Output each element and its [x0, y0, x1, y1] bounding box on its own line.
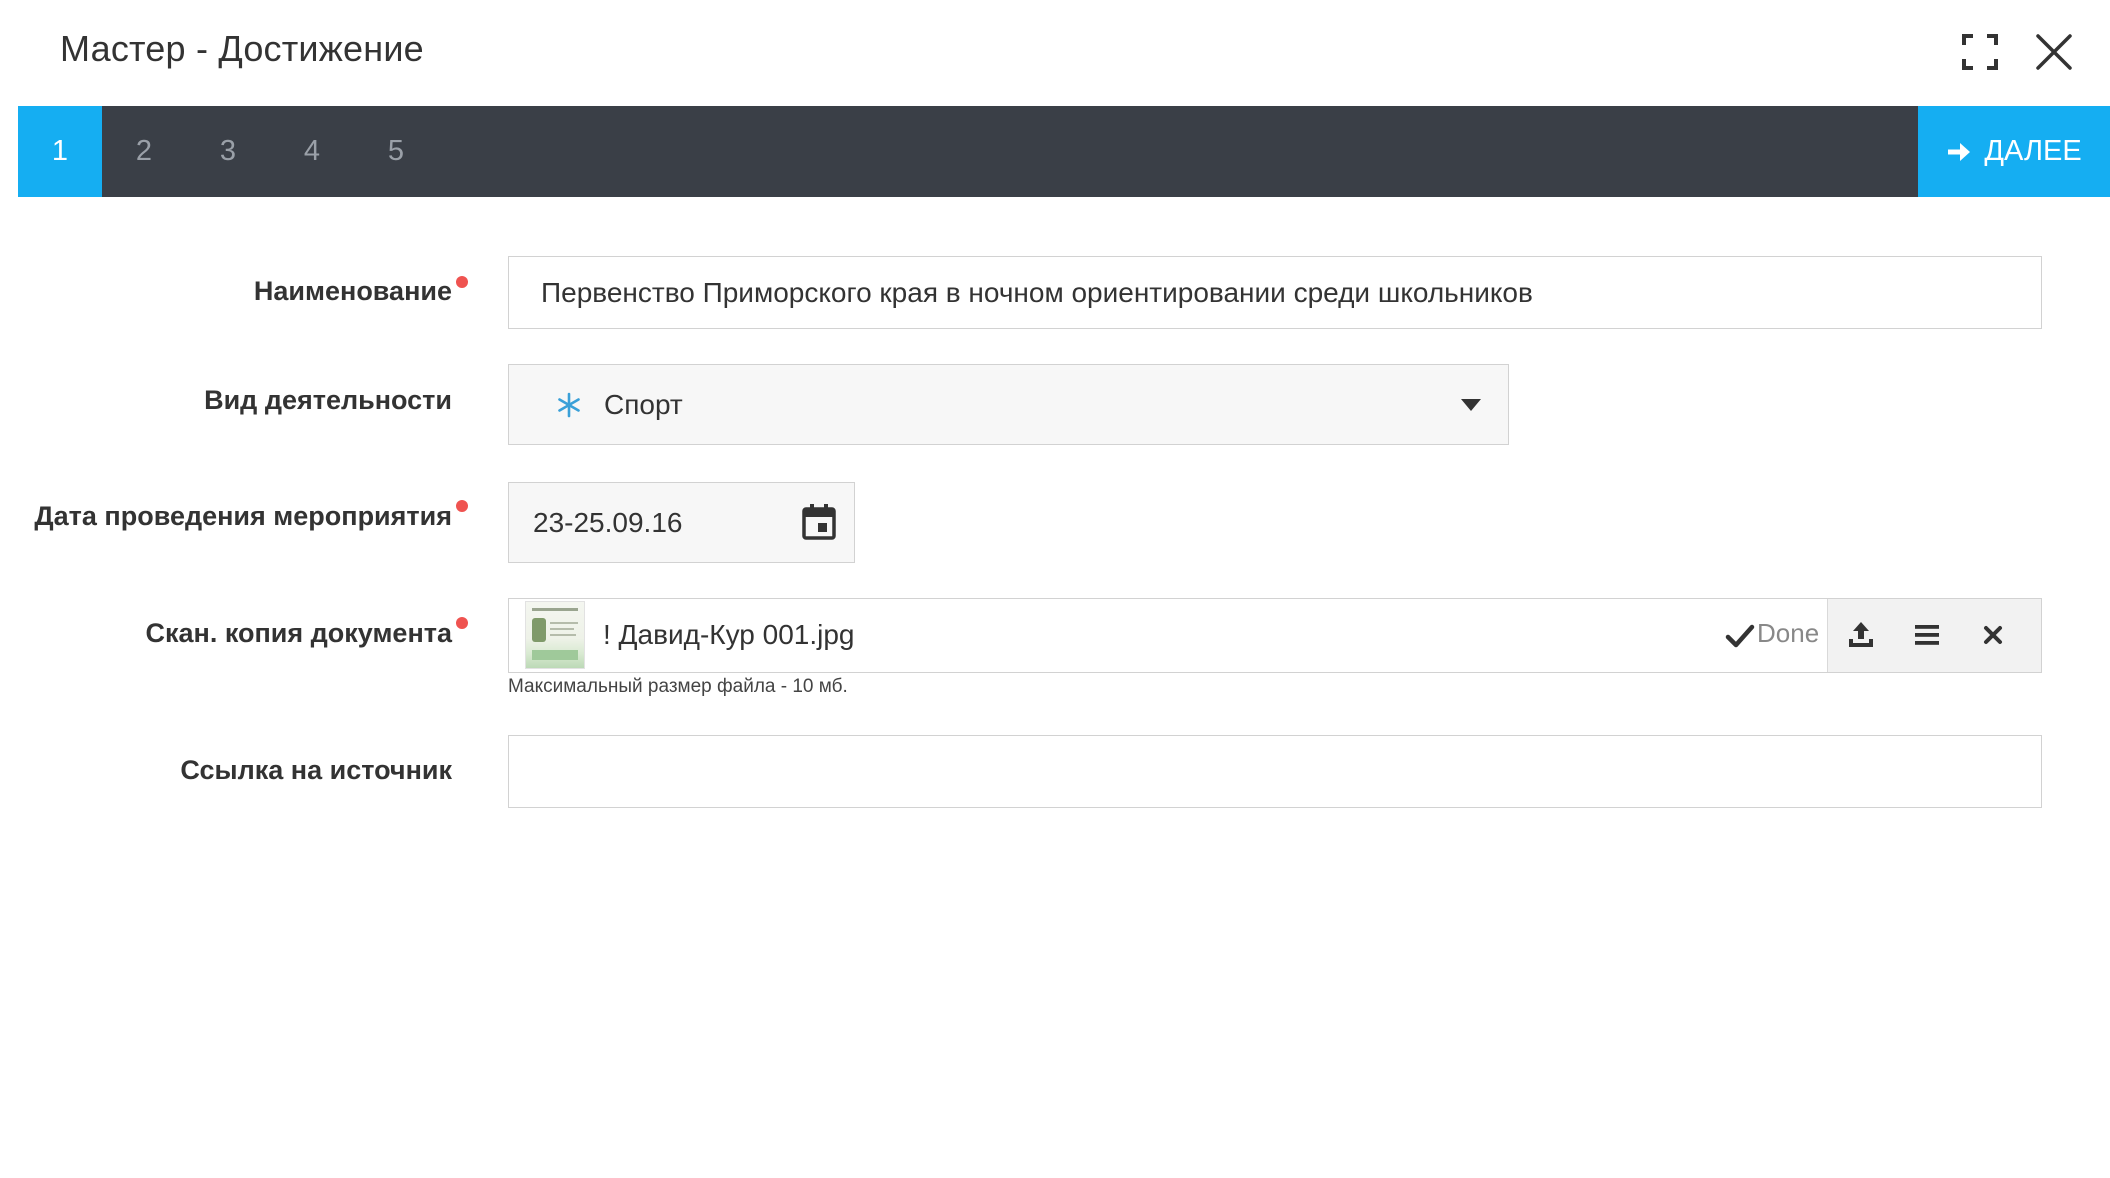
- source-label: Ссылка на источник: [180, 755, 452, 785]
- asterisk-icon: [558, 392, 580, 418]
- fullscreen-button[interactable]: [1958, 30, 2002, 74]
- source-link-input[interactable]: [508, 735, 2042, 808]
- step-3[interactable]: 3: [186, 106, 270, 197]
- calendar-icon[interactable]: [801, 503, 837, 541]
- file-actions: [1827, 599, 2041, 672]
- fullscreen-icon: [1962, 34, 1998, 70]
- upload-button[interactable]: [1828, 599, 1894, 671]
- close-button[interactable]: [2032, 30, 2076, 74]
- name-input-value: Первенство Приморского края в ночном ори…: [541, 277, 1533, 308]
- name-label: Наименование: [253, 276, 452, 306]
- required-indicator: [456, 500, 468, 512]
- date-input-value: 23-25.09.16: [533, 507, 683, 538]
- step-5[interactable]: 5: [354, 106, 438, 197]
- date-input[interactable]: 23-25.09.16: [508, 482, 855, 563]
- chevron-down-icon: [1461, 399, 1481, 411]
- file-name: ! Давид-Кур 001.jpg: [603, 619, 855, 650]
- step-1[interactable]: 1: [18, 106, 102, 197]
- wizard-stepbar: 1 2 3 4 5 ДАЛЕЕ: [18, 106, 2110, 197]
- close-icon: [2036, 34, 2072, 70]
- required-indicator: [456, 617, 468, 629]
- step-2[interactable]: 2: [102, 106, 186, 197]
- name-input[interactable]: Первенство Приморского края в ночном ори…: [508, 256, 2042, 329]
- activity-label: Вид деятельности: [204, 385, 452, 415]
- menu-icon: [1915, 625, 1939, 645]
- dialog-title: Мастер - Достижение: [60, 28, 424, 69]
- file-upload-field[interactable]: ! Давид-Кур 001.jpg Done: [508, 598, 2042, 673]
- next-button[interactable]: ДАЛЕЕ: [1918, 106, 2110, 197]
- upload-icon: [1849, 622, 1873, 647]
- remove-file-button[interactable]: [1960, 599, 2026, 671]
- scan-label: Скан. копия документа: [145, 618, 453, 648]
- next-button-label: ДАЛЕЕ: [1984, 135, 2082, 167]
- file-menu-button[interactable]: [1894, 599, 1960, 671]
- checkmark-icon: [1725, 624, 1755, 648]
- activity-select-value: Спорт: [604, 389, 683, 420]
- file-size-hint: Максимальный размер файла - 10 мб.: [508, 676, 848, 697]
- date-label: Дата проведения мероприятия: [34, 501, 452, 531]
- close-icon: [1984, 626, 2002, 644]
- arrow-right-icon: [1948, 142, 1971, 161]
- step-4[interactable]: 4: [270, 106, 354, 197]
- required-indicator: [456, 276, 468, 288]
- upload-status: Done: [1757, 618, 1820, 648]
- file-thumbnail: [525, 601, 585, 669]
- activity-select[interactable]: Спорт: [508, 364, 1509, 445]
